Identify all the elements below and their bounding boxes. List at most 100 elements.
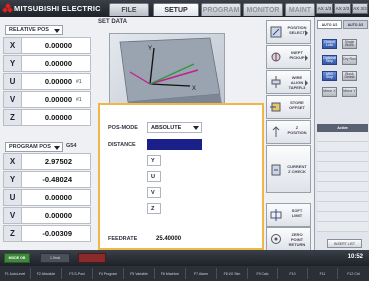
function-key-f5[interactable]: F5 Variable xyxy=(124,268,155,279)
m00-stop-button[interactable]: M00 Stop xyxy=(322,71,337,81)
function-key-f2[interactable]: F2 Absolute xyxy=(31,268,62,279)
mirror-x-button[interactable]: Mirror X xyxy=(322,87,337,97)
status-bar: MODE OB 1.0mA 10:52 xyxy=(0,250,369,266)
dry-run-button[interactable]: Dry Run xyxy=(342,55,357,65)
active-list-header: Active xyxy=(317,124,368,132)
z-position-softkey[interactable]: Z POSITION xyxy=(266,120,311,144)
active-list[interactable] xyxy=(317,132,368,232)
axis-label: X xyxy=(4,154,22,169)
softkey-label: CURRENT Z CHECK xyxy=(287,164,307,174)
function-key-f8[interactable]: F8 I/O Sim xyxy=(217,268,248,279)
zero-point-return-softkey[interactable]: ZERO POINT RETURN xyxy=(266,227,311,251)
position-select-icon xyxy=(270,26,282,38)
pos-mode-value: ABSOLUTE xyxy=(151,124,182,131)
distance-label: DISTANCE xyxy=(108,142,136,148)
softkey-label: Z POSITION xyxy=(287,125,307,135)
auto-page-2-tab[interactable]: AUTO 2/2 xyxy=(343,20,368,29)
axis-label: V xyxy=(4,92,22,107)
axis-value: 2.97502 xyxy=(44,157,72,166)
function-key-f4[interactable]: F4 Program xyxy=(93,268,124,279)
axis-orientation-graphic: Y X xyxy=(109,33,225,108)
program-pos-title: PROGRAM POS xyxy=(9,144,51,150)
axis-page-1-button[interactable]: AX 1/3 xyxy=(316,3,333,14)
distance-z-label: Z xyxy=(147,203,161,214)
tab-program[interactable]: PROGRAM xyxy=(201,3,241,16)
relative-pos-row-z: Z 0.00000 xyxy=(3,109,91,126)
store-offset-icon xyxy=(270,102,281,112)
relative-pos-row-v: V 0.00000 #1 xyxy=(3,91,91,108)
function-key-f1[interactable]: F1 AutoLevel xyxy=(0,268,31,279)
relative-pos-title: RELATIVE POS xyxy=(9,27,49,33)
chevron-right-icon xyxy=(305,30,308,36)
current-readout: 1.0mA xyxy=(40,253,70,263)
position-select-softkey[interactable]: POSITION SELECT xyxy=(266,20,311,44)
mode-indicator: MODE OB xyxy=(4,253,30,263)
function-key-f7[interactable]: F7 Alarm xyxy=(186,268,217,279)
program-pos-row-y: Y -0.48024 xyxy=(3,171,91,188)
block-delete-button[interactable]: Block Delete xyxy=(342,71,357,81)
output-lock-button[interactable]: Output Lock xyxy=(322,39,337,49)
distance-v-label: V xyxy=(147,187,161,198)
store-offset-softkey[interactable]: STORE OFFSET xyxy=(266,95,311,119)
wire-align-icon xyxy=(271,76,281,88)
svg-text:Y: Y xyxy=(148,46,152,52)
tab-setup[interactable]: SETUP xyxy=(153,3,199,16)
axis-value: -0.48024 xyxy=(42,175,72,184)
axis-label: Z xyxy=(4,110,22,125)
axis-page-2-button[interactable]: AX 2/3 xyxy=(334,3,351,14)
inept-pickup-softkey[interactable]: INEPT PICKUP xyxy=(266,45,311,69)
axis-tag: #1 xyxy=(76,78,82,85)
axis-label: Y xyxy=(4,56,22,71)
function-key-f10[interactable]: F10 xyxy=(278,268,308,279)
alarm-indicator xyxy=(78,253,106,263)
function-key-f6[interactable]: F6 Machine xyxy=(155,268,186,279)
softkey-label: STORE OFFSET xyxy=(289,100,305,110)
feedrate-value[interactable]: 25.40000 xyxy=(156,236,181,242)
auto-page-1-tab[interactable]: AUTO 1/2 xyxy=(317,20,342,29)
chevron-down-icon xyxy=(54,29,60,33)
set-data-label: SET DATA xyxy=(98,19,128,25)
tab-monitor[interactable]: MONITOR xyxy=(243,3,283,16)
cnc-setup-screen: MITSUBISHI ELECTRIC FILE SETUP PROGRAM M… xyxy=(0,0,369,281)
distance-x-input[interactable] xyxy=(147,139,202,150)
mirror-y-button[interactable]: Mirror Y xyxy=(342,87,357,97)
tab-file[interactable]: FILE xyxy=(109,3,149,16)
function-key-f9[interactable]: F9 Calc xyxy=(248,268,278,279)
pos-mode-select[interactable]: ABSOLUTE xyxy=(147,122,202,133)
tab-maint[interactable]: MAINT xyxy=(285,3,315,16)
brand-logo: MITSUBISHI ELECTRIC xyxy=(2,3,101,14)
function-key-f3[interactable]: F3 S-Posi xyxy=(62,268,93,279)
optional-skip-button[interactable]: Optional Skip xyxy=(322,55,337,65)
axis-label: Y xyxy=(4,172,22,187)
axis-value: 0.00000 xyxy=(44,77,72,86)
program-pos-row-z: Z -0.00309 xyxy=(3,225,91,242)
current-z-check-softkey[interactable]: CURRENT Z CHECK xyxy=(266,145,311,193)
relative-pos-dropdown[interactable]: RELATIVE POS xyxy=(5,25,63,35)
soft-limit-softkey[interactable]: SOFT LIMIT xyxy=(266,203,311,227)
axis-value: 0.00000 xyxy=(44,113,72,122)
work-offset-code: G54 xyxy=(66,143,77,149)
workpiece-axis-icon: Y X xyxy=(119,37,222,108)
chevron-down-icon xyxy=(193,126,199,130)
axis-tag: #1 xyxy=(76,96,82,103)
axis-page-3-button[interactable]: AX 3/3 xyxy=(352,3,368,14)
function-key-f12[interactable]: F12 Ctrl xyxy=(338,268,369,279)
clock: 10:52 xyxy=(347,254,363,260)
function-key-f11[interactable]: F11 xyxy=(308,268,338,279)
axis-value: 0.00000 xyxy=(44,95,72,104)
relative-pos-row-x: X 0.00000 xyxy=(3,37,91,54)
wire-align-softkey[interactable]: WIRE ALIGN TAPER-3 xyxy=(266,70,311,94)
axis-value: 0.00000 xyxy=(44,41,72,50)
softkey-label: SOFT LIMIT xyxy=(291,208,303,218)
zero-point-icon xyxy=(271,234,281,244)
axis-label: Z xyxy=(4,226,22,241)
chevron-down-icon xyxy=(54,146,60,150)
insert-list-button[interactable]: INSERT LIST xyxy=(327,239,362,248)
program-pos-row-u: U 0.00000 xyxy=(3,189,91,206)
operation-panel: AUTO 1/2 AUTO 2/2 Output Lock Single Blo… xyxy=(314,17,369,255)
single-block-button[interactable]: Single Block xyxy=(342,39,357,49)
program-pos-dropdown[interactable]: PROGRAM POS xyxy=(5,142,63,152)
axis-value: 0.00000 xyxy=(44,59,72,68)
pos-mode-label: POS-MODE xyxy=(108,125,138,131)
pickup-icon xyxy=(271,52,281,62)
